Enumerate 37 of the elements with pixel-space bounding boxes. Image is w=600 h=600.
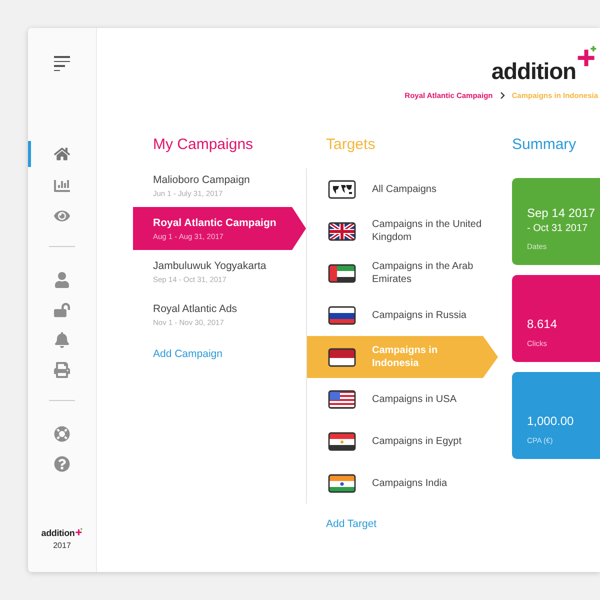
world-map-icon bbox=[328, 180, 356, 198]
help-icon bbox=[54, 456, 70, 472]
flag-icon bbox=[328, 432, 356, 450]
flag-icon bbox=[328, 390, 356, 408]
home-icon bbox=[54, 146, 70, 162]
eye-icon bbox=[54, 208, 70, 224]
flag-icon bbox=[328, 222, 356, 240]
card-value: 8.614 bbox=[527, 317, 558, 331]
plus-mark-icon bbox=[576, 46, 598, 68]
card-value: - Oct 31 2017 bbox=[527, 223, 589, 234]
target-item[interactable]: All Campaigns bbox=[307, 168, 498, 210]
target-item[interactable]: Campaigns in the United Kingdom bbox=[307, 210, 498, 252]
year-label: 2017 bbox=[53, 541, 71, 550]
bell-icon bbox=[54, 332, 70, 348]
column-heading: Summary bbox=[512, 136, 578, 155]
card-value: Sep 14 2017 bbox=[527, 206, 596, 220]
flag-icon bbox=[328, 474, 356, 492]
target-item[interactable]: Campaigns in the Arab Emirates bbox=[307, 252, 498, 294]
logo-text: addition bbox=[491, 58, 576, 85]
bar-chart-icon bbox=[54, 178, 70, 194]
plus-mark-icon bbox=[74, 528, 83, 536]
target-item[interactable]: Campaigns in Egypt bbox=[307, 420, 498, 462]
chevron-icon bbox=[500, 92, 505, 99]
column-heading: Targets bbox=[326, 136, 376, 155]
column-heading: My Campaigns bbox=[153, 136, 254, 155]
logo-text: addition bbox=[41, 528, 75, 538]
flag-icon bbox=[328, 264, 356, 282]
lifebuoy-icon bbox=[54, 426, 70, 442]
printer-icon bbox=[54, 362, 70, 378]
padlock-icon bbox=[54, 302, 70, 318]
flag-icon bbox=[328, 306, 356, 324]
flag-icon bbox=[328, 348, 356, 366]
target-item[interactable]: Campaigns India bbox=[307, 462, 498, 504]
target-item[interactable]: Campaigns in USA bbox=[307, 378, 498, 420]
target-item[interactable]: Campaigns in Russia bbox=[307, 294, 498, 336]
card-value: 1,000.00 bbox=[527, 414, 575, 428]
user-icon bbox=[54, 272, 70, 288]
